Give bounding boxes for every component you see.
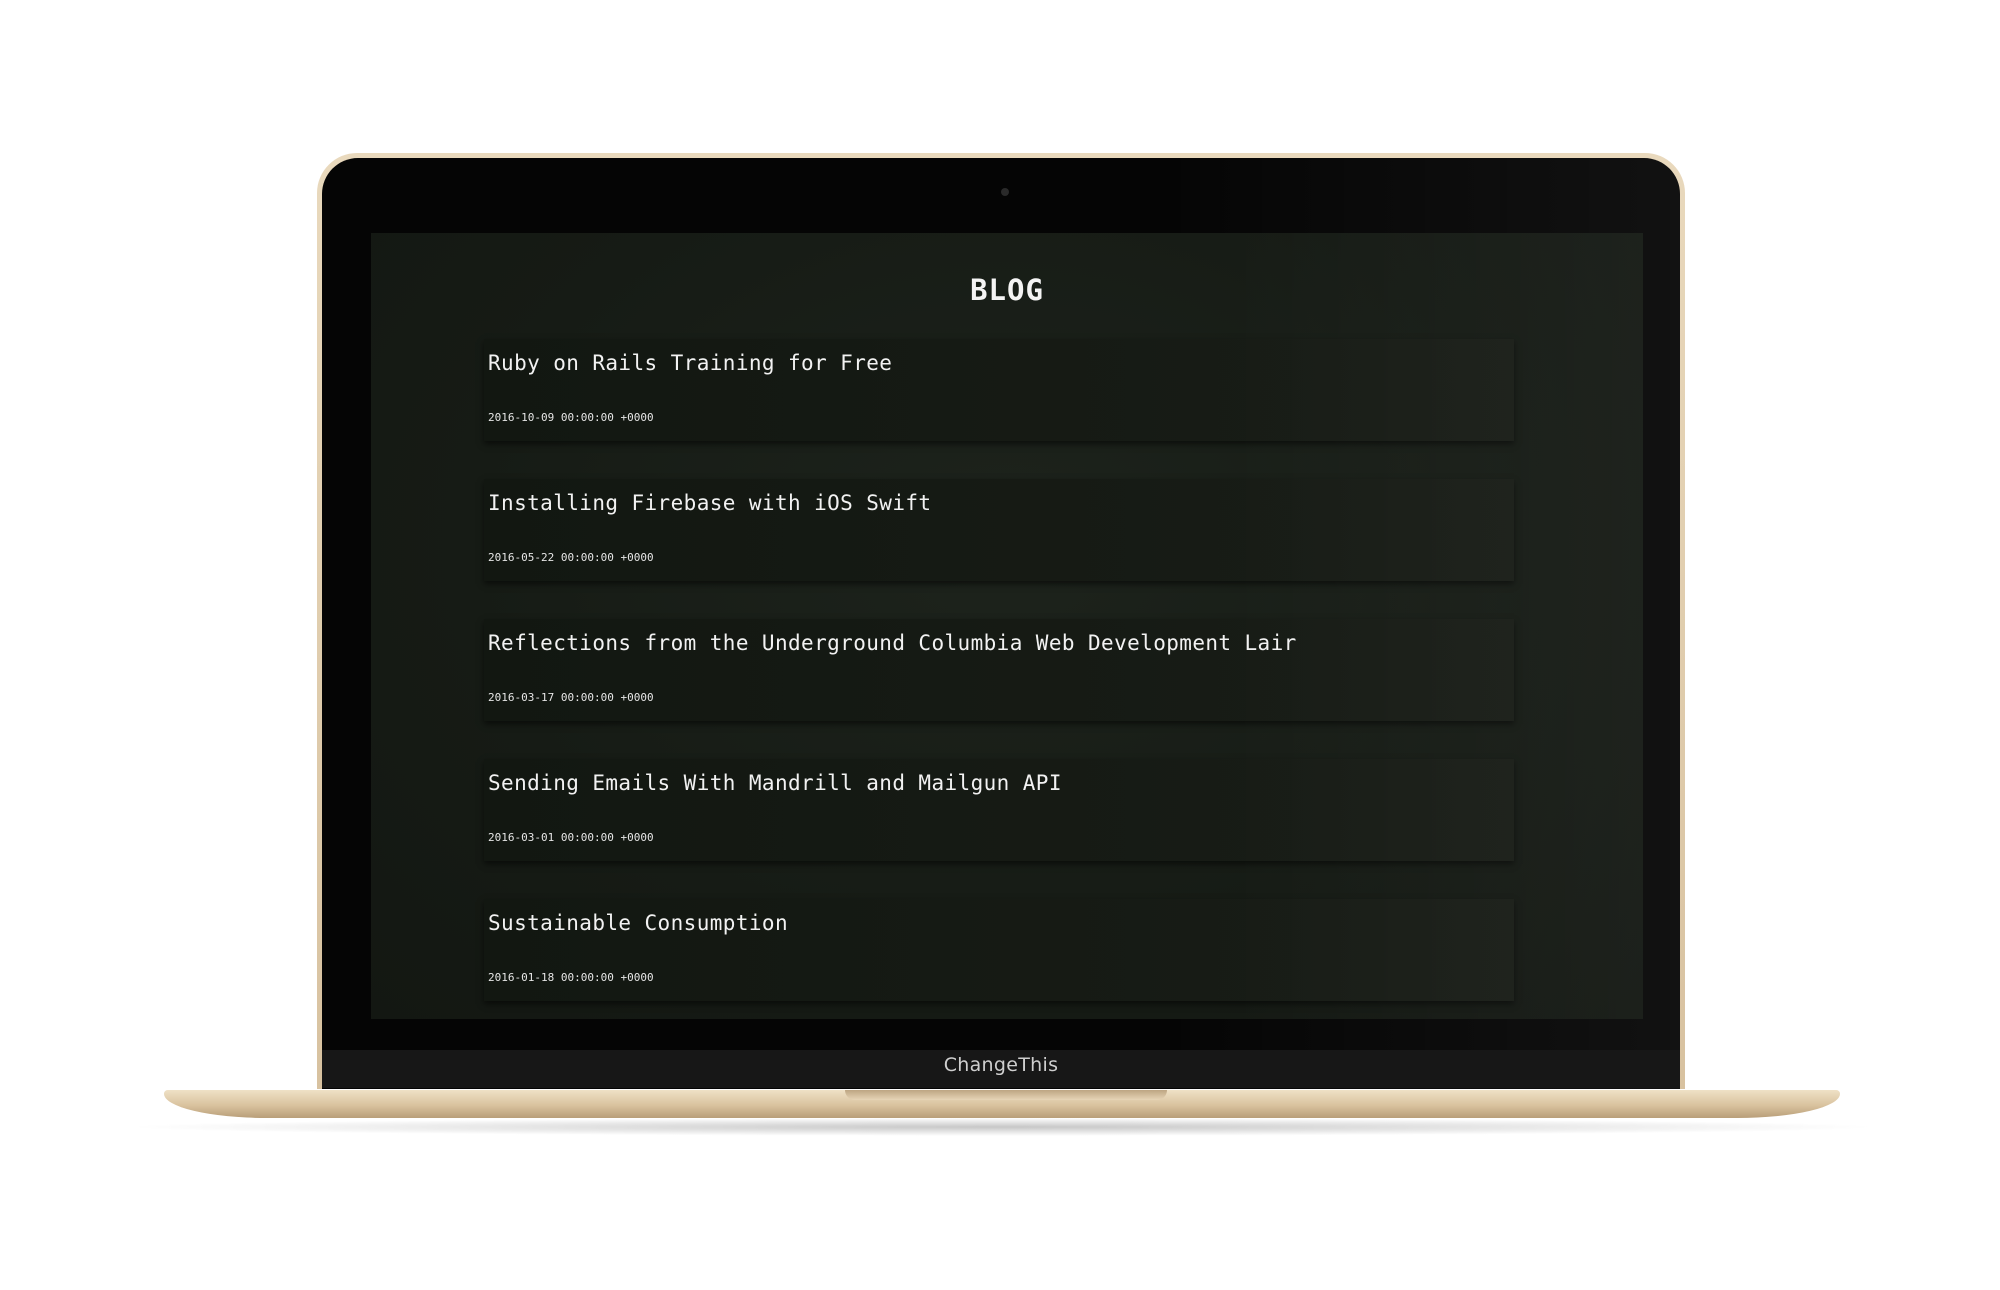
post-title-link[interactable]: Installing Firebase with iOS Swift	[488, 491, 931, 515]
webcam-icon	[1001, 188, 1009, 196]
post-title-link[interactable]: Ruby on Rails Training for Free	[488, 351, 892, 375]
page-title: BLOG	[970, 273, 1044, 307]
post-date: 2016-01-18 00:00:00 +0000	[488, 971, 654, 984]
post-date: 2016-03-01 00:00:00 +0000	[488, 831, 654, 844]
post-card[interactable]: Reflections from the Underground Columbi…	[484, 619, 1514, 721]
post-card[interactable]: Sustainable Consumption 2016-01-18 00:00…	[484, 899, 1514, 1001]
post-date: 2016-10-09 00:00:00 +0000	[488, 411, 654, 424]
post-date: 2016-05-22 00:00:00 +0000	[488, 551, 654, 564]
post-title-link[interactable]: Reflections from the Underground Columbi…	[488, 631, 1297, 655]
laptop-screen: BLOG Ruby on Rails Training for Free 201…	[371, 233, 1643, 1019]
mockup-stage: BLOG Ruby on Rails Training for Free 201…	[0, 0, 2000, 1290]
post-card[interactable]: Installing Firebase with iOS Swift 2016-…	[484, 479, 1514, 581]
post-card[interactable]: Ruby on Rails Training for Free 2016-10-…	[484, 339, 1514, 441]
post-list: Ruby on Rails Training for Free 2016-10-…	[484, 339, 1514, 1019]
laptop-opening-notch	[845, 1090, 1167, 1100]
post-title-link[interactable]: Sustainable Consumption	[488, 911, 788, 935]
laptop-shadow	[120, 1118, 1884, 1136]
post-date: 2016-03-17 00:00:00 +0000	[488, 691, 654, 704]
laptop-brand-label: ChangeThis	[943, 1054, 1059, 1076]
post-title-link[interactable]: Sending Emails With Mandrill and Mailgun…	[488, 771, 1062, 795]
post-card[interactable]: Sending Emails With Mandrill and Mailgun…	[484, 759, 1514, 861]
